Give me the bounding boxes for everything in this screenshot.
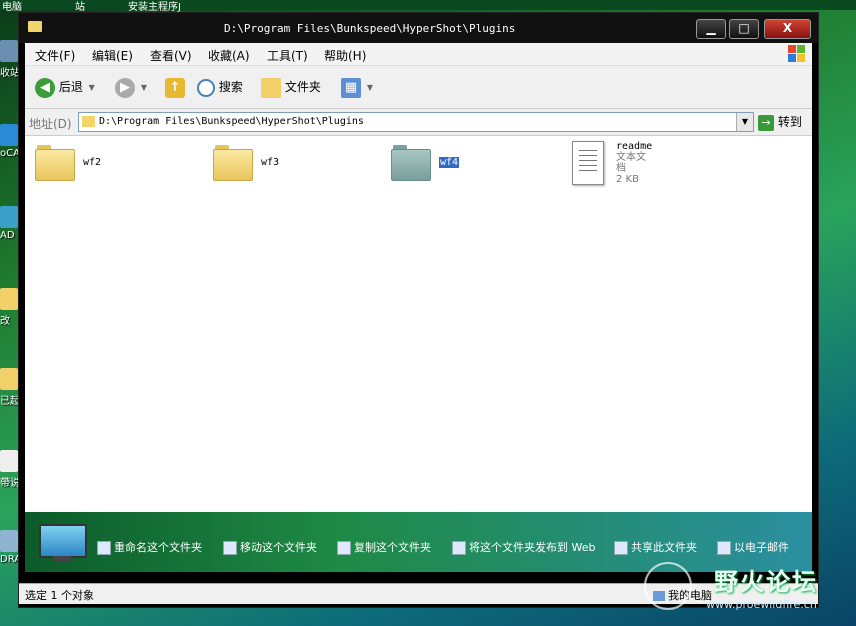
move-icon [223,541,237,555]
email-icon [717,541,731,555]
chevron-down-icon: ▼ [88,82,95,92]
copy-icon [337,541,351,555]
folders-button[interactable]: 文件夹 [261,76,321,98]
task-label: 以电子邮件 [734,541,789,554]
maximize-button[interactable]: □ [729,19,759,39]
folder-icon [82,116,95,127]
item-name: wf3 [261,157,280,168]
task-email[interactable]: 以电子邮件 [717,539,789,555]
desktop-top-strip: 电脑 站 安装主程序J [0,0,856,13]
toolbar: ◀ 后退 ▼ ▶ ▼ ↑ 搜索 文件夹 ▦ ▼ [25,66,812,109]
watermark-url: www.proewildfire.cn [706,598,817,611]
task-publish-web[interactable]: 将这个文件夹发布到 Web [452,539,595,555]
folders-label: 文件夹 [284,80,321,94]
back-label: 后退 [58,80,83,94]
address-label: 地址(D) [29,117,72,131]
task-label: 共享此文件夹 [631,541,697,554]
task-label: 复制这个文件夹 [354,541,431,554]
menu-file[interactable]: 文件(F) [35,47,75,64]
chevron-down-icon[interactable]: ▼ [736,113,753,131]
menu-tools[interactable]: 工具(T) [267,47,308,64]
text-document-icon [572,141,604,185]
task-label: 重命名这个文件夹 [114,541,202,554]
search-icon [197,78,215,97]
globe-icon [452,541,466,555]
folder-icon [28,21,42,32]
monitor-stand [53,556,71,561]
go-label: 转到 [777,115,802,129]
item-name: readme [616,141,653,152]
address-path: D:\Program Files\Bunkspeed\HyperShot\Plu… [99,116,364,127]
chevron-down-icon: ▼ [140,82,147,92]
status-selection: 选定 1 个对象 [25,589,94,602]
document-info: readme 文本文档 2 KB [616,141,652,185]
forward-arrow-icon: ▶ [115,77,135,98]
menu-view[interactable]: 查看(V) [150,47,192,64]
address-input[interactable]: D:\Program Files\Bunkspeed\HyperShot\Plu… [78,112,754,132]
task-share[interactable]: 共享此文件夹 [614,539,697,555]
folder-icon [261,77,281,98]
up-folder-icon: ↑ [165,77,185,98]
task-label: 将这个文件夹发布到 Web [469,541,596,554]
file-list: wf2 wf3 wf4 readme 文本文档 2 KB [25,136,812,512]
folder-icon [213,145,253,181]
search-label: 搜索 [218,80,243,94]
explorer-window: D:\Program Files\Bunkspeed\HyperShot\Plu… [18,12,819,608]
monitor-icon [39,524,87,558]
window-title: D:\Program Files\Bunkspeed\HyperShot\Plu… [224,22,516,35]
back-arrow-icon: ◀ [35,77,55,98]
item-size: 2 KB [616,174,639,185]
menu-edit[interactable]: 编辑(E) [92,47,133,64]
minimize-button[interactable]: ▁ [696,19,726,39]
item-name: wf2 [83,157,102,168]
share-icon [614,541,628,555]
forum-watermark: 野火论坛 www.proewildfire.cn [644,560,854,616]
task-label: 移动这个文件夹 [240,541,317,554]
chevron-down-icon: ▼ [366,82,373,92]
item-name: wf4 [439,157,460,168]
title-bar[interactable]: D:\Program Files\Bunkspeed\HyperShot\Plu… [19,13,818,43]
folder-icon [391,145,431,181]
address-bar: 地址(D) D:\Program Files\Bunkspeed\HyperSh… [25,109,812,136]
windows-logo-icon [788,45,806,63]
task-rename[interactable]: 重命名这个文件夹 [97,539,202,555]
up-button[interactable]: ↑ [165,76,185,98]
views-grid-icon: ▦ [341,77,361,98]
back-button[interactable]: ◀ 后退 ▼ [35,76,95,98]
flame-logo-icon [644,562,692,610]
views-button[interactable]: ▦ ▼ [341,76,373,98]
menu-help[interactable]: 帮助(H) [324,47,366,64]
go-arrow-icon: → [758,114,774,131]
task-move[interactable]: 移动这个文件夹 [223,539,317,555]
close-button[interactable]: X [764,19,811,39]
menu-bar: 文件(F) 编辑(E) 查看(V) 收藏(A) 工具(T) 帮助(H) [25,43,812,66]
task-copy[interactable]: 复制这个文件夹 [337,539,431,555]
folder-icon [35,145,75,181]
rename-icon [97,541,111,555]
go-button[interactable]: → 转到 [758,112,802,132]
watermark-title: 野火论坛 [714,568,818,596]
search-button[interactable]: 搜索 [197,76,243,98]
menu-favorites[interactable]: 收藏(A) [208,47,250,64]
forward-button[interactable]: ▶ ▼ [115,76,147,98]
item-type: 文本文档 [616,152,646,174]
